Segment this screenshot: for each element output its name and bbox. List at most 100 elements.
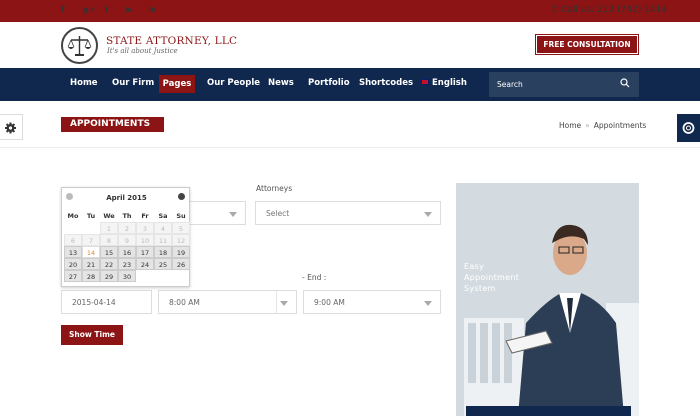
calendar-day[interactable]: 17: [136, 246, 154, 258]
start-time-value: 8:00 AM: [169, 298, 200, 307]
calendar-day: 5: [172, 222, 190, 234]
calendar-day[interactable]: 29: [100, 270, 118, 282]
end-label: - End :: [302, 273, 327, 282]
attorneys-label: Attorneys: [256, 184, 293, 193]
chevron-down-icon: [280, 301, 288, 306]
lifebuoy-icon: [682, 122, 695, 134]
calendar-day: 1: [100, 222, 118, 234]
calendar-weekday: Mo: [67, 212, 79, 220]
calendar-day[interactable]: 28: [82, 270, 100, 282]
calendar-weekday: We: [103, 212, 115, 220]
nav-item-shortcodes[interactable]: Shortcodes: [359, 78, 413, 88]
calendar-day: 8: [100, 234, 118, 246]
calendar-day[interactable]: 15: [100, 246, 118, 258]
social-links: f g+ t ▶ in: [61, 5, 167, 14]
calendar-day[interactable]: 16: [118, 246, 136, 258]
side-widget-toggle[interactable]: [677, 114, 700, 142]
chevron-down-icon: [424, 301, 432, 306]
nav-item-our-people[interactable]: Our People: [207, 78, 260, 88]
calendar-week-row: 27 28 29 30: [64, 270, 190, 282]
google-plus-icon[interactable]: g+: [83, 5, 102, 14]
calendar-day[interactable]: 27: [64, 270, 82, 282]
chevron-down-icon: [424, 212, 432, 217]
start-time-select[interactable]: 8:00 AM: [158, 290, 297, 314]
breadcrumb-home[interactable]: Home: [559, 121, 581, 130]
end-time-select[interactable]: 9:00 AM: [303, 290, 441, 314]
calendar-day: 7: [82, 234, 100, 246]
calendar-day[interactable]: 19: [172, 246, 190, 258]
scales-of-justice-logo-icon[interactable]: [61, 27, 98, 64]
calendar-day[interactable]: 24: [136, 258, 154, 270]
calendar-empty-cell: [136, 270, 154, 282]
search-placeholder: Search: [497, 80, 523, 89]
businessman-photo: [456, 183, 639, 416]
calendar-day[interactable]: 26: [172, 258, 190, 270]
date-input[interactable]: 2015-04-14: [61, 290, 152, 314]
businessman-illustration: [456, 183, 639, 416]
calendar-day[interactable]: 30: [118, 270, 136, 282]
photo-caption-line: Easy: [464, 262, 485, 271]
nav-item-pages[interactable]: Pages: [159, 75, 195, 93]
breadcrumb-separator: »: [585, 121, 590, 130]
chevron-down-icon: [229, 212, 237, 217]
calendar-day[interactable]: 22: [100, 258, 118, 270]
calendar-week-row: 13 14 15 16 17 18 19: [64, 246, 190, 258]
uk-flag-icon: [421, 79, 429, 85]
calendar-day: 12: [172, 234, 190, 246]
phone-text: Call us: 212 (742) 1414: [561, 5, 667, 15]
calendar-week-row: 12345: [64, 222, 190, 234]
free-consultation-button[interactable]: FREE CONSULTATION: [535, 34, 639, 55]
calendar-day: 9: [118, 234, 136, 246]
photo-caption-line: Appointment: [464, 273, 520, 282]
end-time-value: 9:00 AM: [314, 298, 345, 307]
calendar-day[interactable]: 20: [64, 258, 82, 270]
settings-panel-toggle[interactable]: [0, 114, 23, 140]
calendar-day[interactable]: 21: [82, 258, 100, 270]
search-icon[interactable]: [620, 78, 630, 88]
calendar-day: 10: [136, 234, 154, 246]
nav-item-news[interactable]: News: [268, 78, 294, 88]
nav-item-home[interactable]: Home: [70, 78, 98, 88]
calendar-month-title: April 2015: [106, 194, 147, 202]
calendar-day[interactable]: 14: [82, 246, 100, 258]
site-tagline: It's all about Justice: [107, 47, 178, 55]
nav-item-english[interactable]: English: [421, 78, 467, 88]
calendar-day[interactable]: 18: [154, 246, 172, 258]
calendar-grid: Mo Tu We Th Fr Sa Su 1 2 3 4 5 6 7 8 9 10 11 12 13 14 15 16 17 1…: [64, 210, 190, 282]
facebook-icon[interactable]: f: [61, 5, 80, 14]
phone-icon: ✆: [550, 5, 562, 15]
attorneys-select-value: Select: [266, 209, 290, 218]
calendar-empty-cell: [154, 270, 172, 282]
breadcrumb: Home » Appointments: [559, 121, 646, 130]
calendar-empty-cell: [64, 222, 82, 234]
calendar-week-row: 6 7 8 9 10 11 12: [64, 234, 190, 246]
calendar-day: 6: [64, 234, 82, 246]
calendar-weekday: Su: [176, 212, 186, 220]
calendar-weekday: Th: [122, 212, 132, 220]
linkedin-icon[interactable]: in: [148, 5, 167, 14]
nav-language-label: English: [432, 78, 467, 88]
attorneys-select[interactable]: Select: [255, 201, 441, 225]
calendar-day[interactable]: 13: [64, 246, 82, 258]
gear-icon: [5, 122, 16, 134]
start-time-dropdown[interactable]: [276, 291, 296, 313]
calendar-day[interactable]: 23: [118, 258, 136, 270]
nav-item-our-firm[interactable]: Our Firm: [112, 78, 154, 88]
calendar-weekday: Sa: [158, 212, 168, 220]
calendar-day[interactable]: 25: [154, 258, 172, 270]
datepicker-popup[interactable]: April 2015 Mo Tu We Th Fr Sa Su 1 2 3 4 5 6 7 8 9 10 11 12…: [61, 187, 190, 287]
nav-item-portfolio[interactable]: Portfolio: [308, 78, 350, 88]
calendar-next-icon[interactable]: [178, 193, 185, 200]
site-title[interactable]: STATE ATTORNEY, LLC: [106, 35, 237, 47]
calendar-empty-cell: [82, 222, 100, 234]
calendar-day: 3: [136, 222, 154, 234]
youtube-icon[interactable]: ▶: [126, 5, 145, 14]
show-time-button[interactable]: Show Time: [61, 325, 123, 345]
calendar-weekday: Tu: [86, 212, 96, 220]
calendar-empty-cell: [172, 270, 190, 282]
calendar-weekday: Fr: [141, 212, 149, 220]
search-input[interactable]: Search: [489, 72, 639, 97]
twitter-icon[interactable]: t: [105, 5, 124, 14]
photo-caption: Easy Appointment System: [464, 261, 519, 294]
page-title: APPOINTMENTS: [61, 117, 164, 132]
